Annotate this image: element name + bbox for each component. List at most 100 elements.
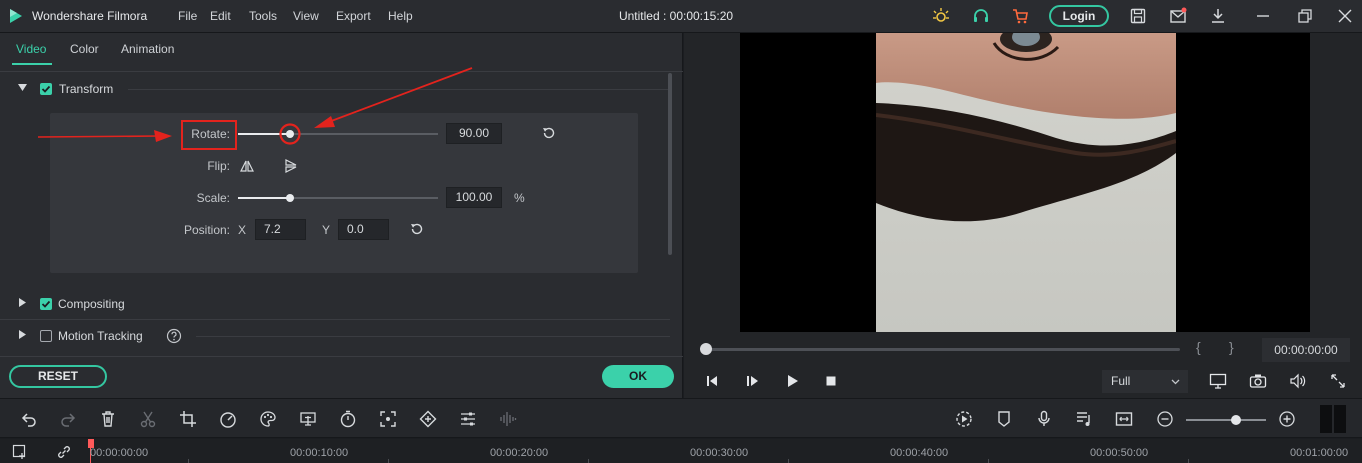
freeze-icon[interactable]: [299, 410, 317, 428]
link-icon[interactable]: [56, 444, 72, 460]
fit-icon[interactable]: [379, 410, 397, 428]
crop-icon[interactable]: [179, 410, 197, 428]
delete-icon[interactable]: [99, 410, 117, 428]
cart-icon[interactable]: [1011, 7, 1029, 25]
ruler-label: 00:00:10:00: [290, 447, 349, 459]
timeline-ruler[interactable]: 00:00:00:00 00:00:10:00 00:00:20:00 00:0…: [0, 439, 1362, 463]
level-meter-left: [1320, 405, 1332, 433]
scale-slider-knob[interactable]: [286, 194, 294, 202]
collapse-arrow-icon[interactable]: [18, 84, 27, 91]
preview-zoom-select[interactable]: Full: [1102, 370, 1188, 393]
fullscreen-icon[interactable]: [1330, 373, 1346, 389]
flip-label: Flip:: [207, 159, 230, 173]
timeline-toolbar: [0, 398, 1362, 438]
tab-video[interactable]: Video: [16, 42, 46, 56]
reset-rotate-icon[interactable]: [541, 125, 557, 141]
footer-divider: [0, 356, 683, 357]
speed-icon[interactable]: [219, 410, 237, 428]
zoom-out-icon[interactable]: [1156, 410, 1174, 428]
mark-out-button[interactable]: }: [1229, 339, 1234, 355]
reset-button[interactable]: RESET: [9, 365, 107, 388]
section-transform[interactable]: Transform: [0, 73, 670, 105]
step-forward-icon[interactable]: [744, 373, 760, 389]
scale-slider-fill: [238, 197, 290, 199]
rotate-input[interactable]: 90.00: [446, 123, 502, 144]
redo-icon[interactable]: [59, 410, 77, 428]
panel-scrollbar[interactable]: [668, 73, 672, 255]
menu-view[interactable]: View: [293, 9, 319, 23]
ruler-label: 00:01:00:00: [1290, 447, 1349, 459]
mark-in-button[interactable]: {: [1196, 339, 1201, 355]
close-icon[interactable]: [1336, 7, 1354, 25]
ok-button[interactable]: OK: [602, 365, 674, 388]
menu-export[interactable]: Export: [336, 9, 371, 23]
motion-tracking-checkbox[interactable]: [40, 330, 52, 342]
login-button[interactable]: Login: [1049, 5, 1109, 27]
ruler-tick: [1188, 459, 1189, 463]
audio-wave-icon[interactable]: [499, 410, 517, 428]
adjust-icon[interactable]: [459, 410, 477, 428]
pip-icon[interactable]: [1115, 410, 1133, 428]
menu-tools[interactable]: Tools: [249, 9, 277, 23]
expand-arrow-icon[interactable]: [19, 298, 26, 307]
zoom-in-icon[interactable]: [1278, 410, 1296, 428]
playback-progress-knob[interactable]: [700, 343, 712, 355]
render-icon[interactable]: [955, 410, 973, 428]
flip-vertical-icon[interactable]: [284, 159, 298, 173]
ruler-label: 00:00:40:00: [890, 447, 949, 459]
section-motion-tracking[interactable]: Motion Tracking: [0, 320, 670, 352]
mic-icon[interactable]: [1035, 410, 1053, 428]
compositing-checkbox[interactable]: [40, 298, 52, 310]
sun-icon[interactable]: [932, 7, 950, 25]
expand-arrow-icon[interactable]: [19, 330, 26, 339]
menu-edit[interactable]: Edit: [210, 9, 231, 23]
position-y-input[interactable]: 0.0: [338, 219, 389, 240]
play-icon[interactable]: [784, 373, 800, 389]
minimize-icon[interactable]: [1254, 7, 1272, 25]
reset-position-icon[interactable]: [409, 221, 425, 237]
chevron-down-icon: [1171, 379, 1180, 385]
restore-icon[interactable]: [1296, 7, 1314, 25]
playback-progress-track[interactable]: [706, 348, 1180, 351]
position-y-label: Y: [322, 223, 331, 237]
cut-icon[interactable]: [139, 410, 157, 428]
display-settings-icon[interactable]: [1209, 373, 1227, 389]
rotate-slider-knob[interactable]: [286, 130, 294, 138]
section-compositing[interactable]: Compositing: [0, 288, 670, 320]
mail-icon[interactable]: [1169, 7, 1187, 25]
marker-icon[interactable]: [995, 410, 1013, 428]
keyframe-icon[interactable]: [419, 410, 437, 428]
ruler-label: 00:00:20:00: [490, 447, 549, 459]
snapshot-icon[interactable]: [1249, 373, 1267, 389]
save-icon[interactable]: [1129, 7, 1147, 25]
stop-icon[interactable]: [823, 373, 839, 389]
timeline-zoom-track[interactable]: [1186, 419, 1266, 421]
document-title: Untitled : 00:00:15:20: [618, 9, 734, 23]
timeline-zoom-knob[interactable]: [1231, 415, 1241, 425]
transform-checkbox[interactable]: [40, 83, 52, 95]
menu-file[interactable]: File: [178, 9, 197, 23]
undo-icon[interactable]: [20, 410, 38, 428]
headset-icon[interactable]: [972, 7, 990, 25]
properties-panel: Video Color Animation Transform Rotate: …: [0, 33, 683, 398]
tab-animation[interactable]: Animation: [121, 42, 174, 56]
position-x-input[interactable]: 7.2: [255, 219, 306, 240]
step-back-icon[interactable]: [704, 373, 720, 389]
add-track-icon[interactable]: [12, 444, 30, 460]
flip-horizontal-icon[interactable]: [240, 159, 254, 173]
timer-icon[interactable]: [339, 410, 357, 428]
current-timecode: 00:00:00:00: [1262, 338, 1350, 362]
section-divider: [196, 336, 670, 337]
tab-color[interactable]: Color: [70, 42, 99, 56]
help-icon[interactable]: [166, 328, 182, 344]
color-icon[interactable]: [259, 410, 277, 428]
menu-help[interactable]: Help: [388, 9, 413, 23]
rotate-label: Rotate:: [191, 127, 230, 141]
filmora-logo-icon: [10, 9, 22, 23]
ruler-tick: [388, 459, 389, 463]
voiceover-icon[interactable]: [1075, 410, 1093, 428]
ruler-label: 00:00:50:00: [1090, 447, 1149, 459]
download-icon[interactable]: [1209, 7, 1227, 25]
scale-input[interactable]: 100.00: [446, 187, 502, 208]
volume-icon[interactable]: [1289, 373, 1307, 389]
